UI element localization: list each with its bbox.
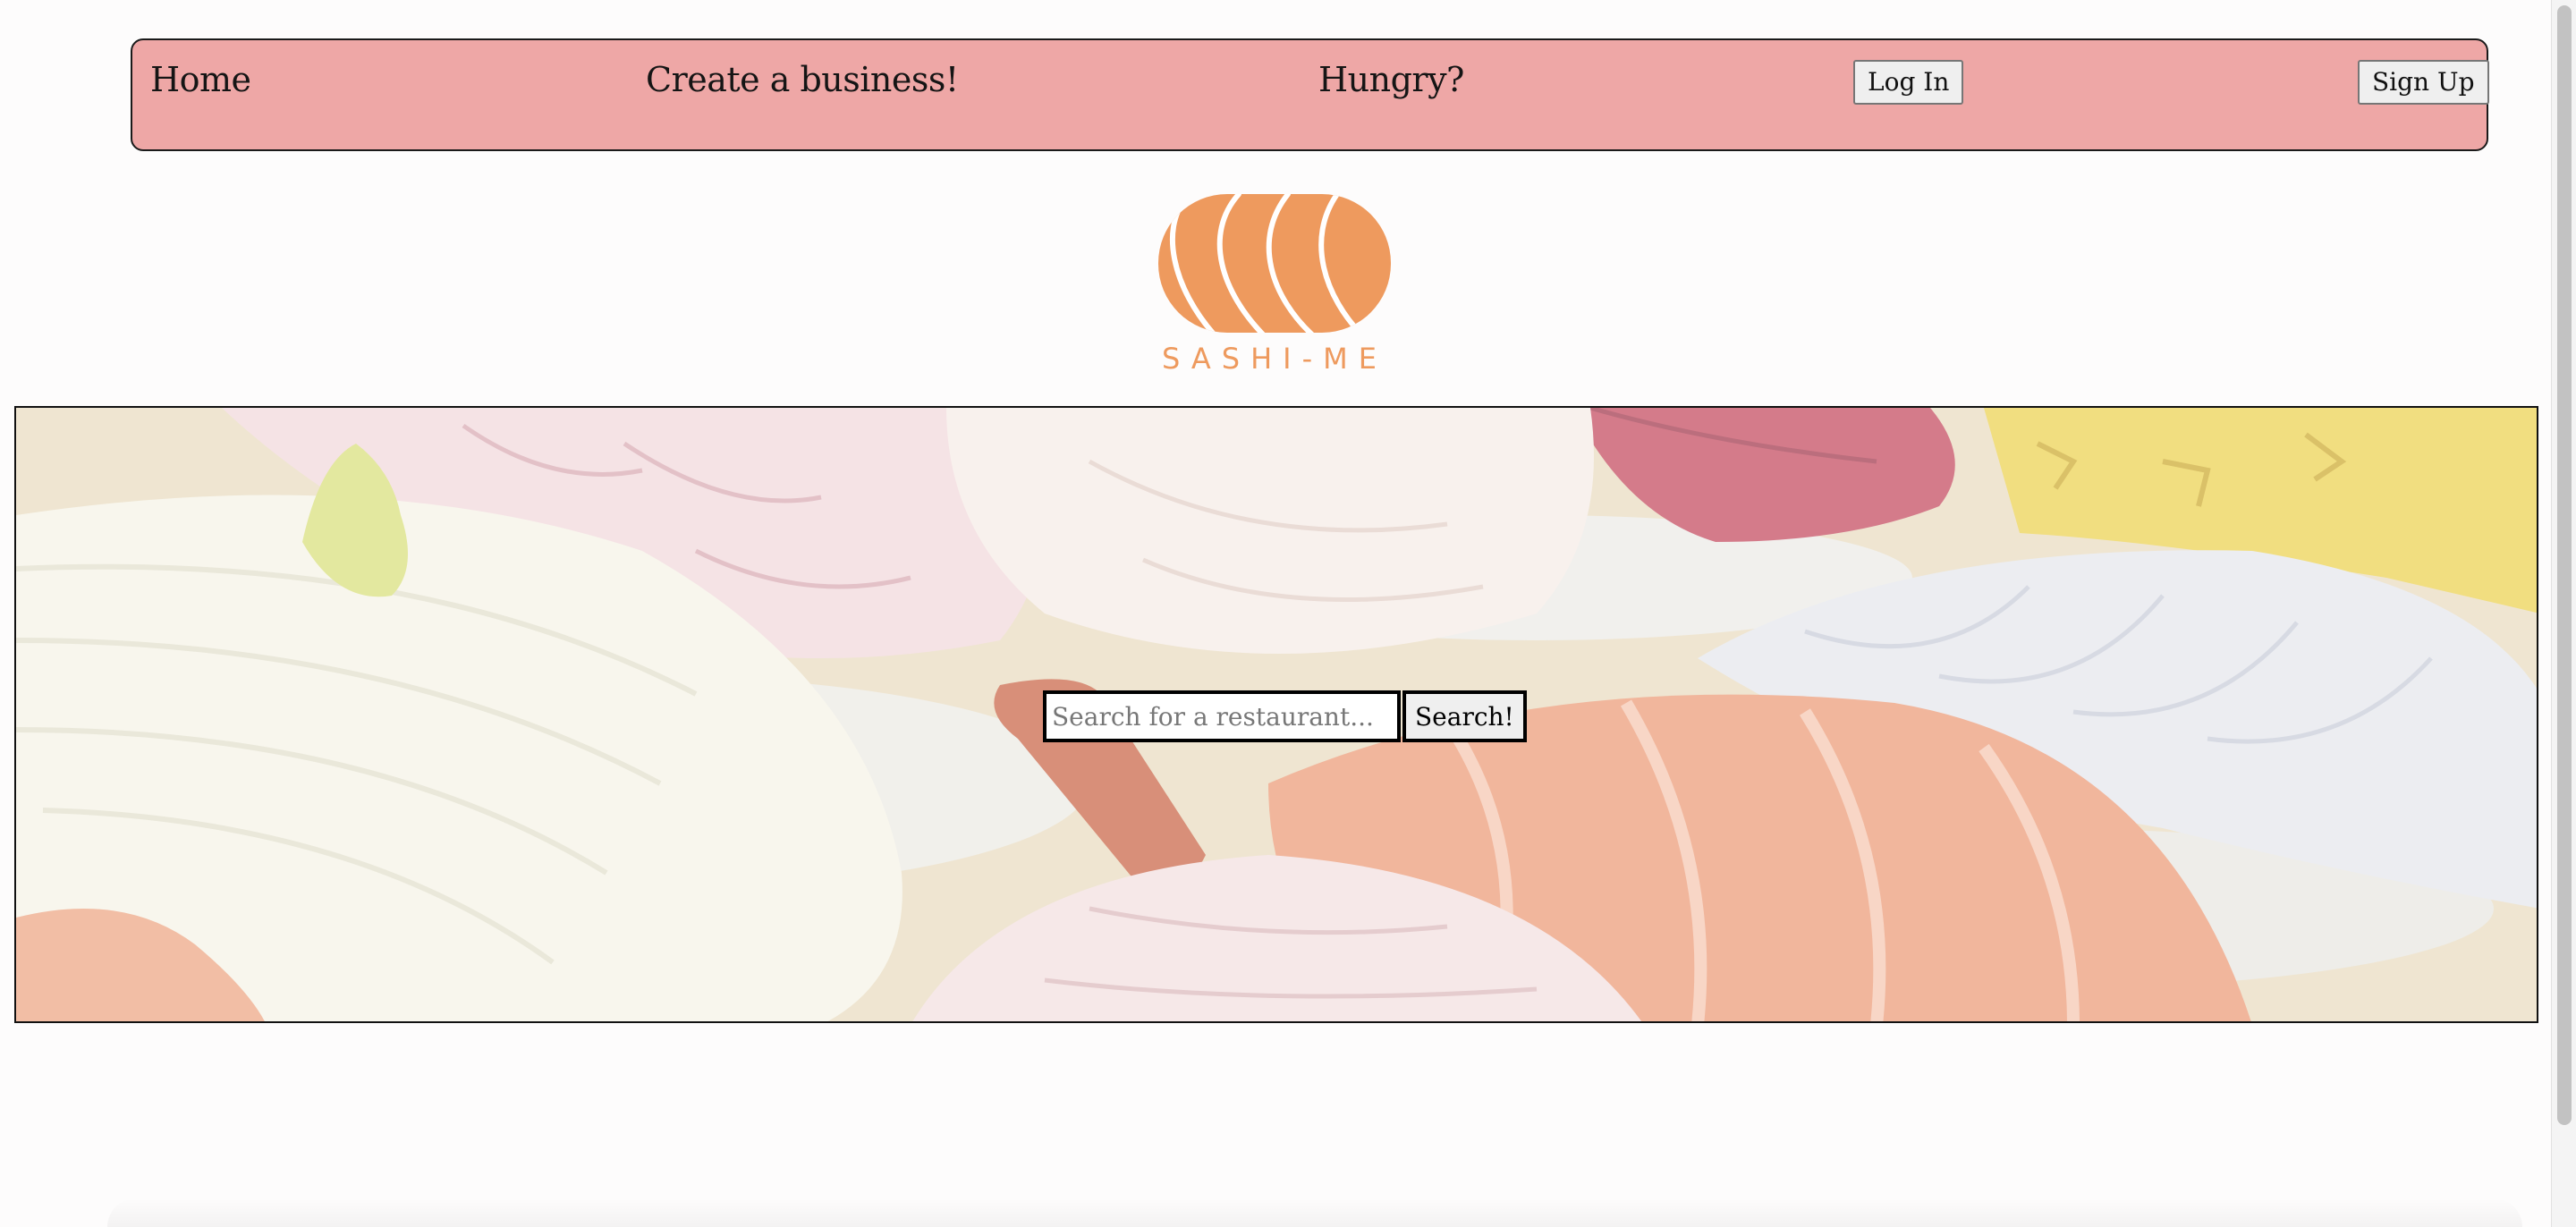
signup-button[interactable]: Sign Up <box>2358 60 2489 105</box>
footer-shadow <box>107 1198 2522 1227</box>
nav-home-link[interactable]: Home <box>150 60 251 99</box>
salmon-sashimi-icon <box>1158 194 1391 333</box>
top-navbar: Home Create a business! Hungry? Log In S… <box>131 38 2489 151</box>
search-button[interactable]: Search! <box>1402 690 1527 742</box>
page: Home Create a business! Hungry? Log In S… <box>0 0 2576 1227</box>
search-input[interactable] <box>1043 690 1401 742</box>
nav-hungry-link[interactable]: Hungry? <box>1318 60 1464 99</box>
restaurant-search-form: Search! <box>1043 690 1527 742</box>
login-button[interactable]: Log In <box>1853 60 1964 105</box>
nav-create-business-link[interactable]: Create a business! <box>646 60 959 99</box>
vertical-scrollbar[interactable] <box>2551 0 2576 1227</box>
scrollbar-thumb[interactable] <box>2557 5 2572 1125</box>
sashi-me-logo[interactable]: SASHI-ME <box>1154 190 1395 377</box>
logo-wordmark: SASHI-ME <box>1162 342 1387 376</box>
